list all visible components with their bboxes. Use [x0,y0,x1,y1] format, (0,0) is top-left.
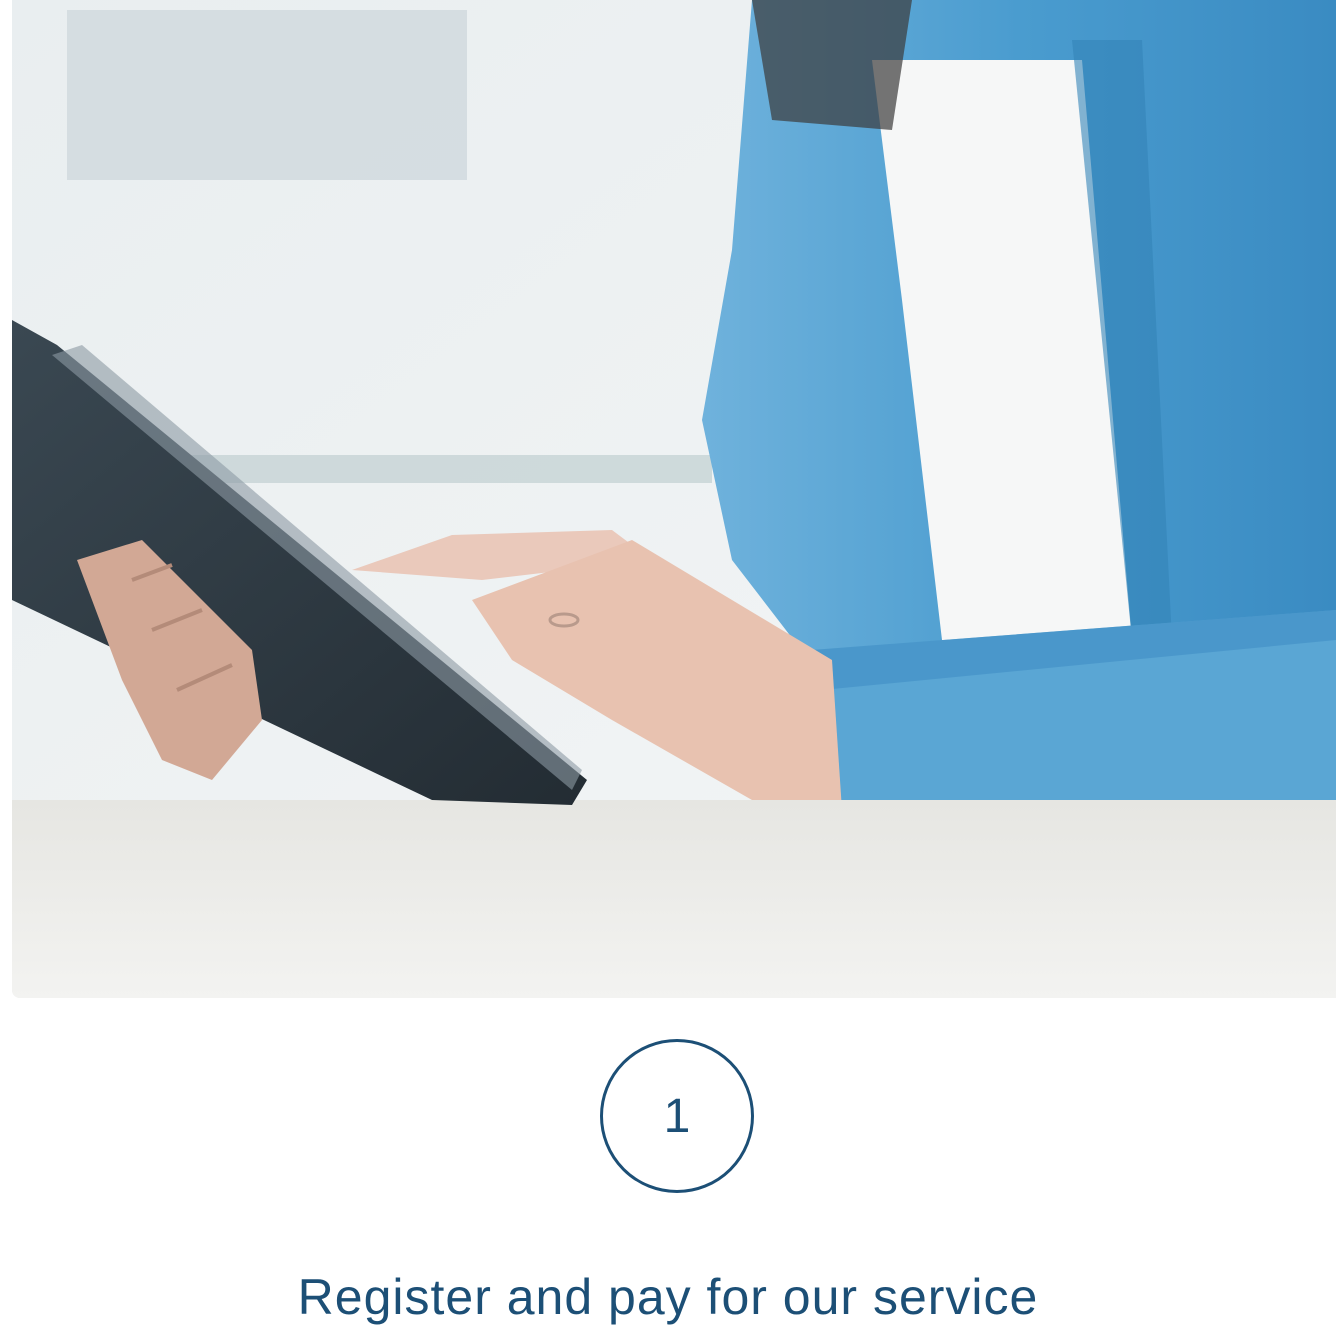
step-number-badge: 1 [600,1039,754,1193]
page: 1 Register and pay for our service [0,0,1336,1333]
hero-image [12,0,1336,998]
step-title: Register and pay for our service [297,1269,1039,1325]
photo-person-using-tablet-icon [12,0,1336,998]
step-number: 1 [663,1089,691,1143]
